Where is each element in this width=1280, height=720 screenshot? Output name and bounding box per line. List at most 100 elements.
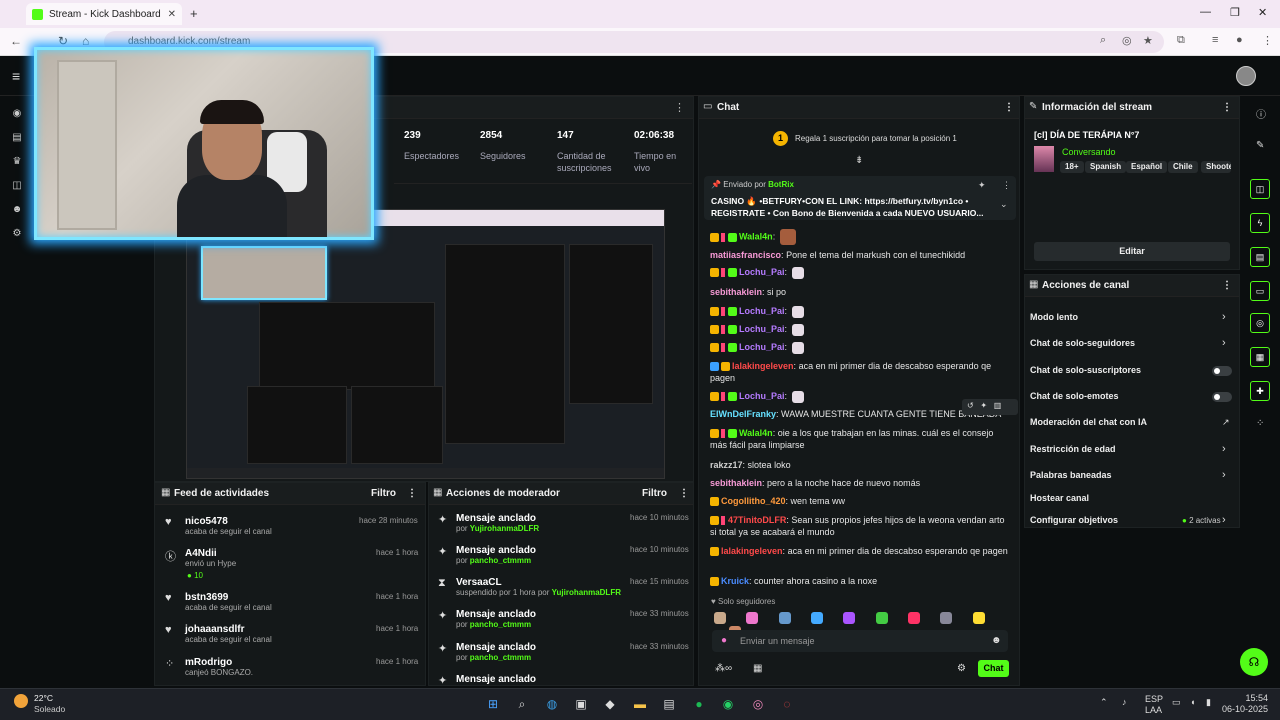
edge-icon[interactable]: ◍ [544,697,560,711]
send-chat-button[interactable]: Chat [978,660,1009,677]
chat-message[interactable]: Lochu_Pai: [710,305,1010,318]
chat-settings-icon[interactable]: ⚙ [957,663,966,674]
home-icon[interactable]: ⌂ [82,34,89,48]
store-icon[interactable]: ▦ [753,663,762,674]
chat-message[interactable]: Walal4n: [710,229,1010,245]
chat-message[interactable]: Walal4n: oie a los que trabajan en las m… [710,427,1010,451]
emote-bar[interactable] [712,610,1012,638]
chevron-right-icon[interactable]: › [1222,443,1226,455]
reload-icon[interactable]: ↻ [58,34,68,48]
chat-username[interactable]: Kruick [721,576,749,586]
chat-toggle-icon[interactable]: ▭ [1250,281,1270,301]
feed-filter-button[interactable]: Filtro [371,488,396,499]
stream-info-menu-icon[interactable]: ⋮ [1222,102,1232,113]
emote[interactable] [972,611,985,624]
chat-username[interactable]: sebithaklein [710,478,762,488]
chat-username[interactable]: matiiasfrancisco [710,250,781,260]
channel-actions-menu-icon[interactable]: ⋮ [1222,280,1232,291]
capture-icon[interactable]: ▤ [661,697,677,711]
chat-username[interactable]: Lochu_Pai [739,267,785,277]
wrench-icon[interactable]: ✚ [1250,381,1270,401]
new-tab-button[interactable]: + [190,6,198,21]
stream-panel-menu-icon[interactable]: ⋮ [674,101,685,114]
apps-icon[interactable]: ⁘ [1256,418,1264,429]
pin-message-icon[interactable]: ✦ [980,401,987,410]
channel-action-row[interactable]: Chat de solo-suscriptores [1030,365,1141,375]
clock-date[interactable]: 06-10-2025 [1220,704,1268,714]
expand-pinned-icon[interactable]: ⌄ [1000,199,1008,210]
broadcast-icon[interactable]: ◎ [1250,313,1270,333]
emote[interactable] [843,611,856,624]
search-icon[interactable]: ⌕ [514,697,530,711]
mod-filter-button[interactable]: Filtro [642,488,667,499]
maximize-button[interactable]: ❐ [1230,6,1240,19]
chat-message[interactable]: 47TinitoDLFR: Sean sus propios jefes hij… [710,514,1010,538]
chat-username[interactable]: Lochu_Pai [739,324,785,334]
emote[interactable] [811,611,824,624]
chevron-down-icon[interactable]: ⇟ [855,155,863,166]
chat-username[interactable]: Lochu_Pai [739,306,785,316]
browser-tab[interactable]: Stream - Kick Dashboard ✕ [26,3,182,25]
chat-message[interactable]: Lochu_Pai: [710,323,1010,336]
battery-icon[interactable]: ▮ [1206,697,1211,708]
avatar[interactable] [1236,66,1256,86]
emote[interactable] [908,611,921,624]
chat-message[interactable]: lalakingeleven: aca en mi primer dia de … [710,360,1010,384]
close-window-button[interactable]: ✕ [1258,6,1267,19]
layout-icon[interactable]: ▦ [1250,347,1270,367]
stream-category[interactable]: Conversando [1062,147,1116,157]
chat-message[interactable]: rakzz17: slotea loko [710,459,1010,471]
start-icon[interactable]: ⊞ [485,697,501,711]
delete-icon[interactable]: ▥ [994,401,1002,410]
mod-menu-icon[interactable]: ⋮ [679,488,689,499]
mod-item-user[interactable]: pancho_ctmmm [470,653,531,662]
channel-action-row[interactable]: Modo lento [1030,312,1078,322]
stream-preview[interactable] [186,209,665,479]
mod-item-user[interactable]: YujirohanmaDLFR [470,524,539,533]
chevron-right-icon[interactable]: › [1222,337,1226,349]
community-icon[interactable]: ☻ [10,204,24,218]
toggle-switch[interactable] [1212,366,1232,376]
close-tab-icon[interactable]: ✕ [168,9,176,20]
lang-code[interactable]: ESP [1145,694,1163,704]
chat-message[interactable]: Lochu_Pai: [710,266,1010,279]
menu-icon[interactable]: ⋮ [1262,34,1273,47]
channel-action-row[interactable]: Chat de solo-seguidores [1030,338,1135,348]
mic-icon[interactable]: ● [721,635,727,646]
mod-item-user[interactable]: pancho_ctmmm [470,556,531,565]
feed-menu-icon[interactable]: ⋮ [407,488,417,499]
mod-item-user[interactable]: YujirohanmaDLFR [552,588,621,597]
emote[interactable] [714,611,726,624]
trophy-icon[interactable]: ♛ [10,156,24,170]
channel-action-row[interactable]: Palabras baneadas [1030,470,1112,480]
volume-icon[interactable]: ◖ [1190,697,1195,707]
chat-message[interactable]: lalakingeleven: aca en mi primer dia de … [710,545,1010,557]
chrome-icon[interactable]: ◎ [750,697,766,711]
app-icon[interactable]: ◆ [602,697,618,711]
gift-banner[interactable]: Regala 1 suscripción para tomar la posic… [795,134,957,143]
media-icon[interactable]: ≡ [1212,34,1218,46]
stream-icon[interactable]: ◉ [10,108,24,122]
eye-off-icon[interactable]: ◎ [1122,34,1132,47]
chat-username[interactable]: Walal4n [739,428,773,438]
channel-action-row[interactable]: Restricción de edad [1030,444,1116,454]
info-icon[interactable]: ⓘ [1256,106,1266,121]
obs-icon[interactable]: ◌ [779,697,795,711]
network-icon[interactable]: ▭ [1172,697,1181,708]
chat-message[interactable]: Lochu_Pai: [710,341,1010,354]
chat-username[interactable]: lalakingeleven [721,546,783,556]
chat-username[interactable]: sebithaklein [710,287,762,297]
edit-button[interactable]: Editar [1034,242,1230,261]
toggle-switch[interactable] [1212,392,1232,402]
emote[interactable] [746,611,759,624]
chat-message[interactable]: Cogollitho_420: wen tema ww [710,495,1010,507]
emote[interactable] [940,611,953,624]
chat-message[interactable]: Kruick: counter ahora casino a la noxe [710,575,1010,587]
camera-toggle-icon[interactable]: ◫ [1250,179,1270,199]
settings-icon[interactable]: ⚙ [10,228,24,242]
minimize-button[interactable]: — [1200,6,1211,18]
edit-icon[interactable]: ✎ [1256,140,1264,151]
tray-chevron-icon[interactable]: ⌃ [1100,697,1108,708]
store-app-icon[interactable]: ▣ [573,697,589,711]
external-link-icon[interactable]: ↗ [1222,417,1230,428]
